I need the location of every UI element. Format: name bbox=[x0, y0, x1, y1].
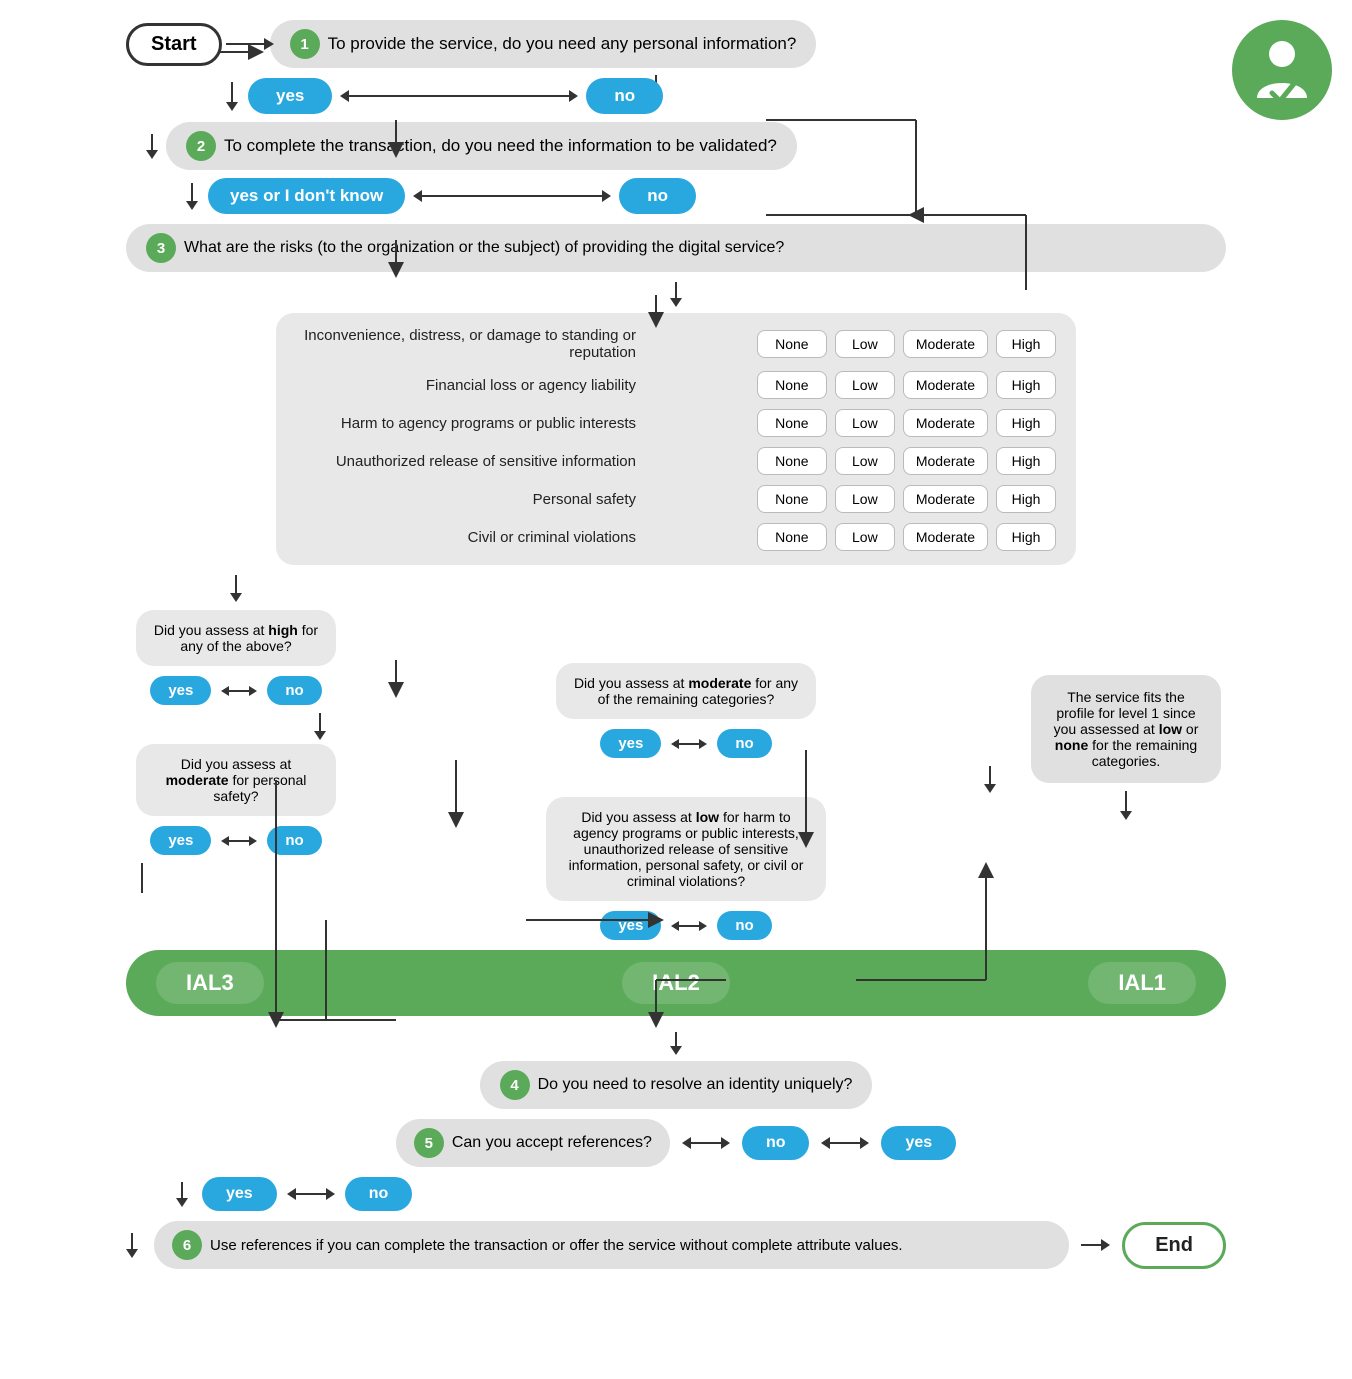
moderate-personal-safety-box: Did you assess at moderate for personal … bbox=[136, 744, 336, 816]
risk-option-moderate-2[interactable]: Moderate bbox=[903, 409, 988, 437]
step6-question: 6 Use references if you can complete the… bbox=[154, 1221, 1069, 1269]
start-label: Start bbox=[151, 33, 197, 55]
step4-yes-btn[interactable]: yes bbox=[881, 1126, 956, 1160]
step5-number: 5 bbox=[414, 1128, 444, 1158]
mod-remaining-yes-btn[interactable]: yes bbox=[600, 729, 661, 758]
high-decision-box: Did you assess at high for any of the ab… bbox=[136, 610, 336, 666]
risk-label-5: Civil or criminal violations bbox=[296, 529, 636, 546]
step1-number: 1 bbox=[290, 29, 320, 59]
mod-remaining-no-btn[interactable]: no bbox=[717, 729, 771, 758]
risk-option-low-1[interactable]: Low bbox=[835, 371, 895, 399]
risk-option-high-3[interactable]: High bbox=[996, 447, 1056, 475]
risk-option-high-0[interactable]: High bbox=[996, 330, 1056, 358]
high-no-btn[interactable]: no bbox=[267, 676, 321, 705]
moderate-remaining-box: Did you assess at moderate for any of th… bbox=[556, 663, 816, 719]
step2-no-btn[interactable]: no bbox=[619, 178, 696, 214]
risk-label-3: Unauthorized release of sensitive inform… bbox=[296, 453, 636, 470]
step2-question: 2 To complete the transaction, do you ne… bbox=[166, 122, 797, 170]
risk-row-0: Inconvenience, distress, or damage to st… bbox=[296, 327, 1056, 361]
ial1-label: IAL1 bbox=[1088, 962, 1196, 1004]
risk-option-low-5[interactable]: Low bbox=[835, 523, 895, 551]
risk-option-none-3[interactable]: None bbox=[757, 447, 827, 475]
risk-label-1: Financial loss or agency liability bbox=[296, 377, 636, 394]
step4-text: Do you need to resolve an identity uniqu… bbox=[538, 1076, 853, 1094]
risk-option-low-0[interactable]: Low bbox=[835, 330, 895, 358]
risk-option-none-5[interactable]: None bbox=[757, 523, 827, 551]
risk-row-2: Harm to agency programs or public intere… bbox=[296, 409, 1056, 437]
step5-question: 5 Can you accept references? bbox=[396, 1119, 670, 1167]
risk-option-high-4[interactable]: High bbox=[996, 485, 1056, 513]
step4-number: 4 bbox=[500, 1070, 530, 1100]
person-icon-circle bbox=[1232, 20, 1332, 120]
risk-option-low-2[interactable]: Low bbox=[835, 409, 895, 437]
risk-table: Inconvenience, distress, or damage to st… bbox=[276, 313, 1076, 565]
risk-option-moderate-4[interactable]: Moderate bbox=[903, 485, 988, 513]
start-arrow bbox=[226, 43, 266, 45]
step3-text: What are the risks (to the organization … bbox=[184, 239, 784, 257]
step3-number: 3 bbox=[146, 233, 176, 263]
risk-option-moderate-5[interactable]: Moderate bbox=[903, 523, 988, 551]
step3-question: 3 What are the risks (to the organizatio… bbox=[126, 224, 1226, 272]
low-harm-yes-btn[interactable]: yes bbox=[600, 911, 661, 940]
step5-text: Can you accept references? bbox=[452, 1134, 652, 1152]
step1-yes-btn[interactable]: yes bbox=[248, 78, 332, 114]
step4-no-btn[interactable]: no bbox=[742, 1126, 810, 1160]
step2-text: To complete the transaction, do you need… bbox=[224, 136, 777, 156]
risk-option-low-4[interactable]: Low bbox=[835, 485, 895, 513]
risk-label-0: Inconvenience, distress, or damage to st… bbox=[296, 327, 636, 361]
mod-safety-yes-btn[interactable]: yes bbox=[150, 826, 211, 855]
ial3-label: IAL3 bbox=[156, 962, 264, 1004]
step2-number: 2 bbox=[186, 131, 216, 161]
risk-row-5: Civil or criminal violations None Low Mo… bbox=[296, 523, 1056, 551]
step1-no-btn[interactable]: no bbox=[586, 78, 663, 114]
person-checkmark-icon bbox=[1252, 38, 1312, 103]
end-node: End bbox=[1122, 1222, 1226, 1269]
step5-yes-btn[interactable]: yes bbox=[202, 1177, 277, 1211]
risk-option-none-2[interactable]: None bbox=[757, 409, 827, 437]
risk-row-1: Financial loss or agency liability None … bbox=[296, 371, 1056, 399]
risk-option-high-5[interactable]: High bbox=[996, 523, 1056, 551]
risk-option-none-4[interactable]: None bbox=[757, 485, 827, 513]
step1-text: To provide the service, do you need any … bbox=[328, 34, 797, 54]
risk-option-moderate-1[interactable]: Moderate bbox=[903, 371, 988, 399]
risk-row-3: Unauthorized release of sensitive inform… bbox=[296, 447, 1056, 475]
mod-safety-no-btn[interactable]: no bbox=[267, 826, 321, 855]
step6-number: 6 bbox=[172, 1230, 202, 1260]
level1-profile-box: The service fits the profile for level 1… bbox=[1031, 675, 1221, 783]
risk-option-low-3[interactable]: Low bbox=[835, 447, 895, 475]
start-node: Start bbox=[126, 23, 222, 66]
high-yes-btn[interactable]: yes bbox=[150, 676, 211, 705]
risk-option-high-1[interactable]: High bbox=[996, 371, 1056, 399]
risk-label-2: Harm to agency programs or public intere… bbox=[296, 415, 636, 432]
risk-option-moderate-3[interactable]: Moderate bbox=[903, 447, 988, 475]
low-harm-box: Did you assess at low for harm to agency… bbox=[546, 797, 826, 901]
risk-option-none-1[interactable]: None bbox=[757, 371, 827, 399]
risk-label-4: Personal safety bbox=[296, 491, 636, 508]
risk-option-high-2[interactable]: High bbox=[996, 409, 1056, 437]
risk-row-4: Personal safety None Low Moderate High bbox=[296, 485, 1056, 513]
step2-yes-dont-know-btn[interactable]: yes or I don't know bbox=[208, 178, 405, 214]
ial-bar: IAL3 IAL2 IAL1 bbox=[126, 950, 1226, 1016]
risk-option-moderate-0[interactable]: Moderate bbox=[903, 330, 988, 358]
low-harm-no-btn[interactable]: no bbox=[717, 911, 771, 940]
step1-question: 1 To provide the service, do you need an… bbox=[270, 20, 817, 68]
step4-question: 4 Do you need to resolve an identity uni… bbox=[480, 1061, 873, 1109]
ial2-label: IAL2 bbox=[622, 962, 730, 1004]
step5-no-btn[interactable]: no bbox=[345, 1177, 413, 1211]
step6-text: Use references if you can complete the t… bbox=[210, 1237, 903, 1254]
risk-option-none-0[interactable]: None bbox=[757, 330, 827, 358]
